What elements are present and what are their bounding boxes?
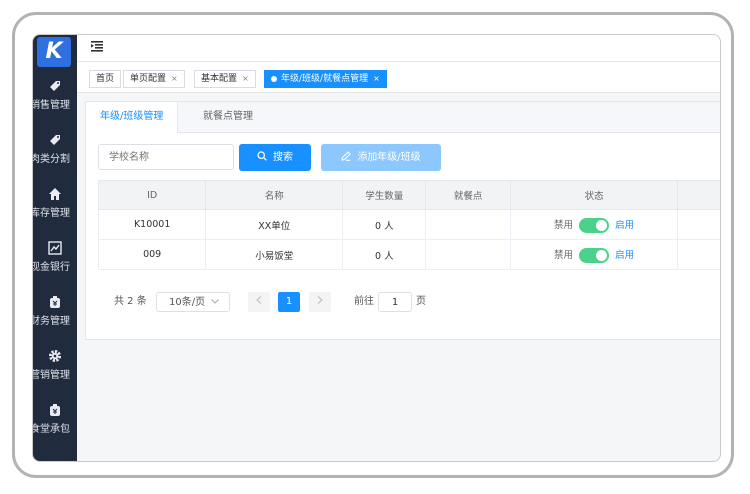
status-off-label: 禁用 <box>554 249 574 261</box>
page-size-value: 10条/页 <box>169 297 206 308</box>
table-header: ID 名称 学生数量 就餐点 状态 <box>97 180 720 210</box>
edit-icon <box>341 151 352 161</box>
close-icon[interactable]: × <box>373 74 380 83</box>
status-on-label: 启用 <box>615 249 635 261</box>
status-toggle[interactable] <box>579 217 610 233</box>
sidebar-item-marketing[interactable]: 营销管理 <box>33 345 77 395</box>
sidebar: K 销售管理 肉类分割 库存管理 现金银行 财务管理 营销管理 食堂承包 <box>33 35 77 461</box>
page-unit-label: 页 <box>416 296 426 307</box>
column-header-student-count[interactable]: 学生数量 <box>342 180 427 210</box>
cell-id: 009 <box>97 239 207 270</box>
main-panel: 年级/班级管理 就餐点管理 搜索 添加年级/班级 ID 名称 学生数量 就餐点 … <box>85 101 720 340</box>
finance-icon <box>33 295 77 312</box>
tab-home[interactable]: 首页 <box>89 70 122 88</box>
search-button-label: 搜索 <box>273 152 293 163</box>
tag-icon <box>33 133 77 150</box>
sidebar-item-label: 销售管理 <box>32 100 70 111</box>
search-icon <box>257 151 267 161</box>
column-header-name[interactable]: 名称 <box>205 180 344 210</box>
tags-view: 首页 单页配置 × 基本配置 × 年级/班级/就餐点管理 × <box>77 62 720 93</box>
cell-actions <box>677 239 720 270</box>
finance-icon <box>33 403 77 420</box>
goto-page-input[interactable]: 1 <box>378 292 412 312</box>
school-name-input[interactable] <box>98 144 234 170</box>
sidebar-item-canteen[interactable]: 食堂承包 <box>33 399 77 449</box>
close-icon[interactable]: × <box>171 74 178 83</box>
gear-icon <box>33 349 77 366</box>
cell-meal-point <box>425 239 511 270</box>
column-header-meal-point[interactable]: 就餐点 <box>425 180 511 210</box>
sidebar-item-sales[interactable]: 销售管理 <box>33 75 77 125</box>
chevron-down-icon <box>211 299 219 304</box>
cell-student-count: 0 人 <box>342 239 427 270</box>
home-icon <box>33 187 77 204</box>
top-bar <box>77 35 720 62</box>
column-header-status[interactable]: 状态 <box>509 180 679 210</box>
sidebar-item-finance[interactable]: 财务管理 <box>33 291 77 341</box>
table-row: K10001 XX单位 0 人 禁用 启用 <box>97 209 720 240</box>
app-logo[interactable]: K <box>37 37 71 67</box>
page-number-current[interactable]: 1 <box>278 292 300 312</box>
cell-student-count: 0 人 <box>342 209 427 240</box>
tab-grade-class-meal-point[interactable]: 年级/班级/就餐点管理 × <box>264 70 387 88</box>
add-grade-class-button[interactable]: 添加年级/班级 <box>321 144 441 171</box>
active-dot-icon <box>271 75 277 82</box>
sidebar-item-inventory[interactable]: 库存管理 <box>33 183 77 233</box>
status-on-label: 启用 <box>615 219 635 231</box>
next-page-button[interactable] <box>309 292 331 312</box>
menu-toggle-icon[interactable] <box>91 41 103 55</box>
sidebar-item-label: 库存管理 <box>32 208 70 219</box>
sidebar-item-label: 营销管理 <box>32 370 70 381</box>
tab-label: 首页 <box>96 74 115 84</box>
chevron-right-icon <box>317 296 323 304</box>
search-button[interactable]: 搜索 <box>239 144 311 171</box>
tab-meal-point[interactable]: 就餐点管理 <box>189 102 267 132</box>
sidebar-item-meat-cutting[interactable]: 肉类分割 <box>33 129 77 179</box>
status-off-label: 禁用 <box>554 219 574 231</box>
sidebar-item-cash-bank[interactable]: 现金银行 <box>33 237 77 287</box>
tab-label: 年级/班级/就餐点管理 <box>281 74 369 84</box>
add-button-label: 添加年级/班级 <box>357 152 421 163</box>
cell-id: K10001 <box>97 209 207 240</box>
pagination-total: 共 2 条 <box>114 296 147 307</box>
tab-basic-config[interactable]: 基本配置 × <box>194 70 256 88</box>
tab-single-page-config[interactable]: 单页配置 × <box>123 70 185 88</box>
tab-grade-class[interactable]: 年级/班级管理 <box>86 102 179 133</box>
cell-status: 禁用 启用 <box>509 209 679 240</box>
content-tabs: 年级/班级管理 就餐点管理 <box>86 102 720 133</box>
page-size-select[interactable]: 10条/页 <box>156 292 230 312</box>
cell-meal-point <box>425 209 511 240</box>
sidebar-item-label: 肉类分割 <box>32 154 70 165</box>
close-icon[interactable]: × <box>242 74 249 83</box>
cell-name: 小易饭堂 <box>205 239 344 270</box>
prev-page-button[interactable] <box>248 292 270 312</box>
sidebar-item-label: 食堂承包 <box>32 424 70 435</box>
app-window: K 销售管理 肉类分割 库存管理 现金银行 财务管理 营销管理 食堂承包 首页 … <box>32 34 721 462</box>
tag-icon <box>33 79 77 96</box>
tab-label: 单页配置 <box>130 74 167 84</box>
sidebar-item-label: 现金银行 <box>32 262 70 273</box>
chevron-left-icon <box>256 296 262 304</box>
tab-label: 基本配置 <box>201 74 238 84</box>
column-header-id[interactable]: ID <box>97 180 207 210</box>
status-toggle[interactable] <box>579 247 610 263</box>
cell-status: 禁用 启用 <box>509 239 679 270</box>
data-table: ID 名称 学生数量 就餐点 状态 K10001 XX单位 0 人 禁用启用 <box>97 180 720 270</box>
chart-icon <box>33 241 77 258</box>
cell-actions <box>677 209 720 240</box>
column-header-actions <box>677 180 720 210</box>
sidebar-item-label: 财务管理 <box>32 316 70 327</box>
cell-name: XX单位 <box>205 209 344 240</box>
goto-label: 前往 <box>354 296 374 307</box>
table-row: 009 小易饭堂 0 人 禁用 启用 <box>97 239 720 270</box>
